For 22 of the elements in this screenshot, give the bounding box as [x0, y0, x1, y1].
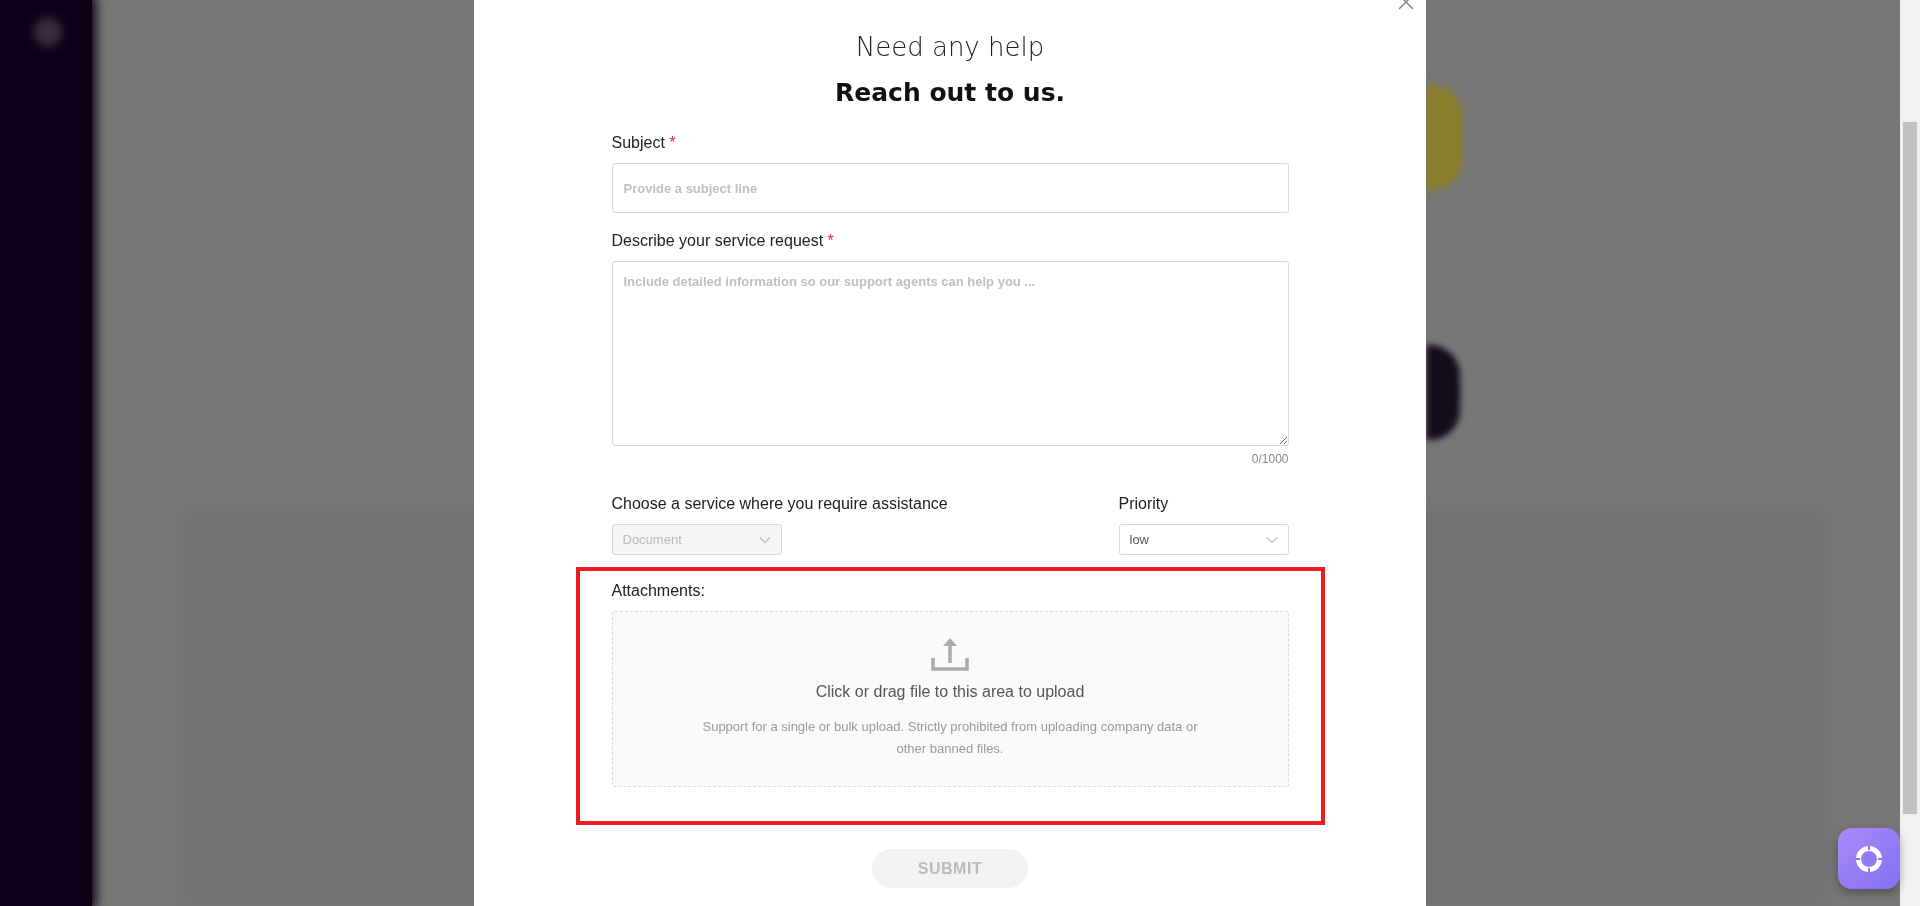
- field-label: Subject *: [611, 133, 676, 153]
- field-label: Priority: [1118, 494, 1169, 514]
- field-label: Describe your service request *: [611, 231, 834, 251]
- field-label: Choose a service where you require assistance: [611, 494, 948, 514]
- help-button[interactable]: [1838, 828, 1900, 889]
- field-label: Attachments:: [611, 581, 705, 601]
- caret-icon: [758, 535, 771, 544]
- required-mark: *: [669, 134, 676, 151]
- caret-icon: [1265, 535, 1278, 544]
- upload-title: Click or drag file to this area to upload: [815, 682, 1085, 702]
- dialog-subheading: Reach out to us.: [834, 77, 1066, 109]
- subject-field[interactable]: Provide a subject line: [611, 163, 1289, 213]
- description-field[interactable]: Include detailed information so our support agents can help you ...: [611, 261, 1289, 446]
- scrollbar[interactable]: [1900, 0, 1920, 906]
- required-mark: *: [827, 232, 834, 249]
- priority-select[interactable]: low: [1118, 524, 1289, 555]
- lifebuoy-icon: [1855, 844, 1883, 873]
- character-counter: 0/1000: [1250, 451, 1289, 468]
- upload-hint: Support for a single or bulk upload. Strictly prohibited from uploading company data or other banned files.: [701, 718, 1199, 758]
- dialog-heading: Need any help: [854, 31, 1046, 64]
- upload-dropzone[interactable]: Click or drag file to this area to upload Support for a single or bulk upload. Strictly prohibited from uploading company data or other banned files.: [611, 611, 1289, 787]
- upload-icon: [930, 636, 970, 672]
